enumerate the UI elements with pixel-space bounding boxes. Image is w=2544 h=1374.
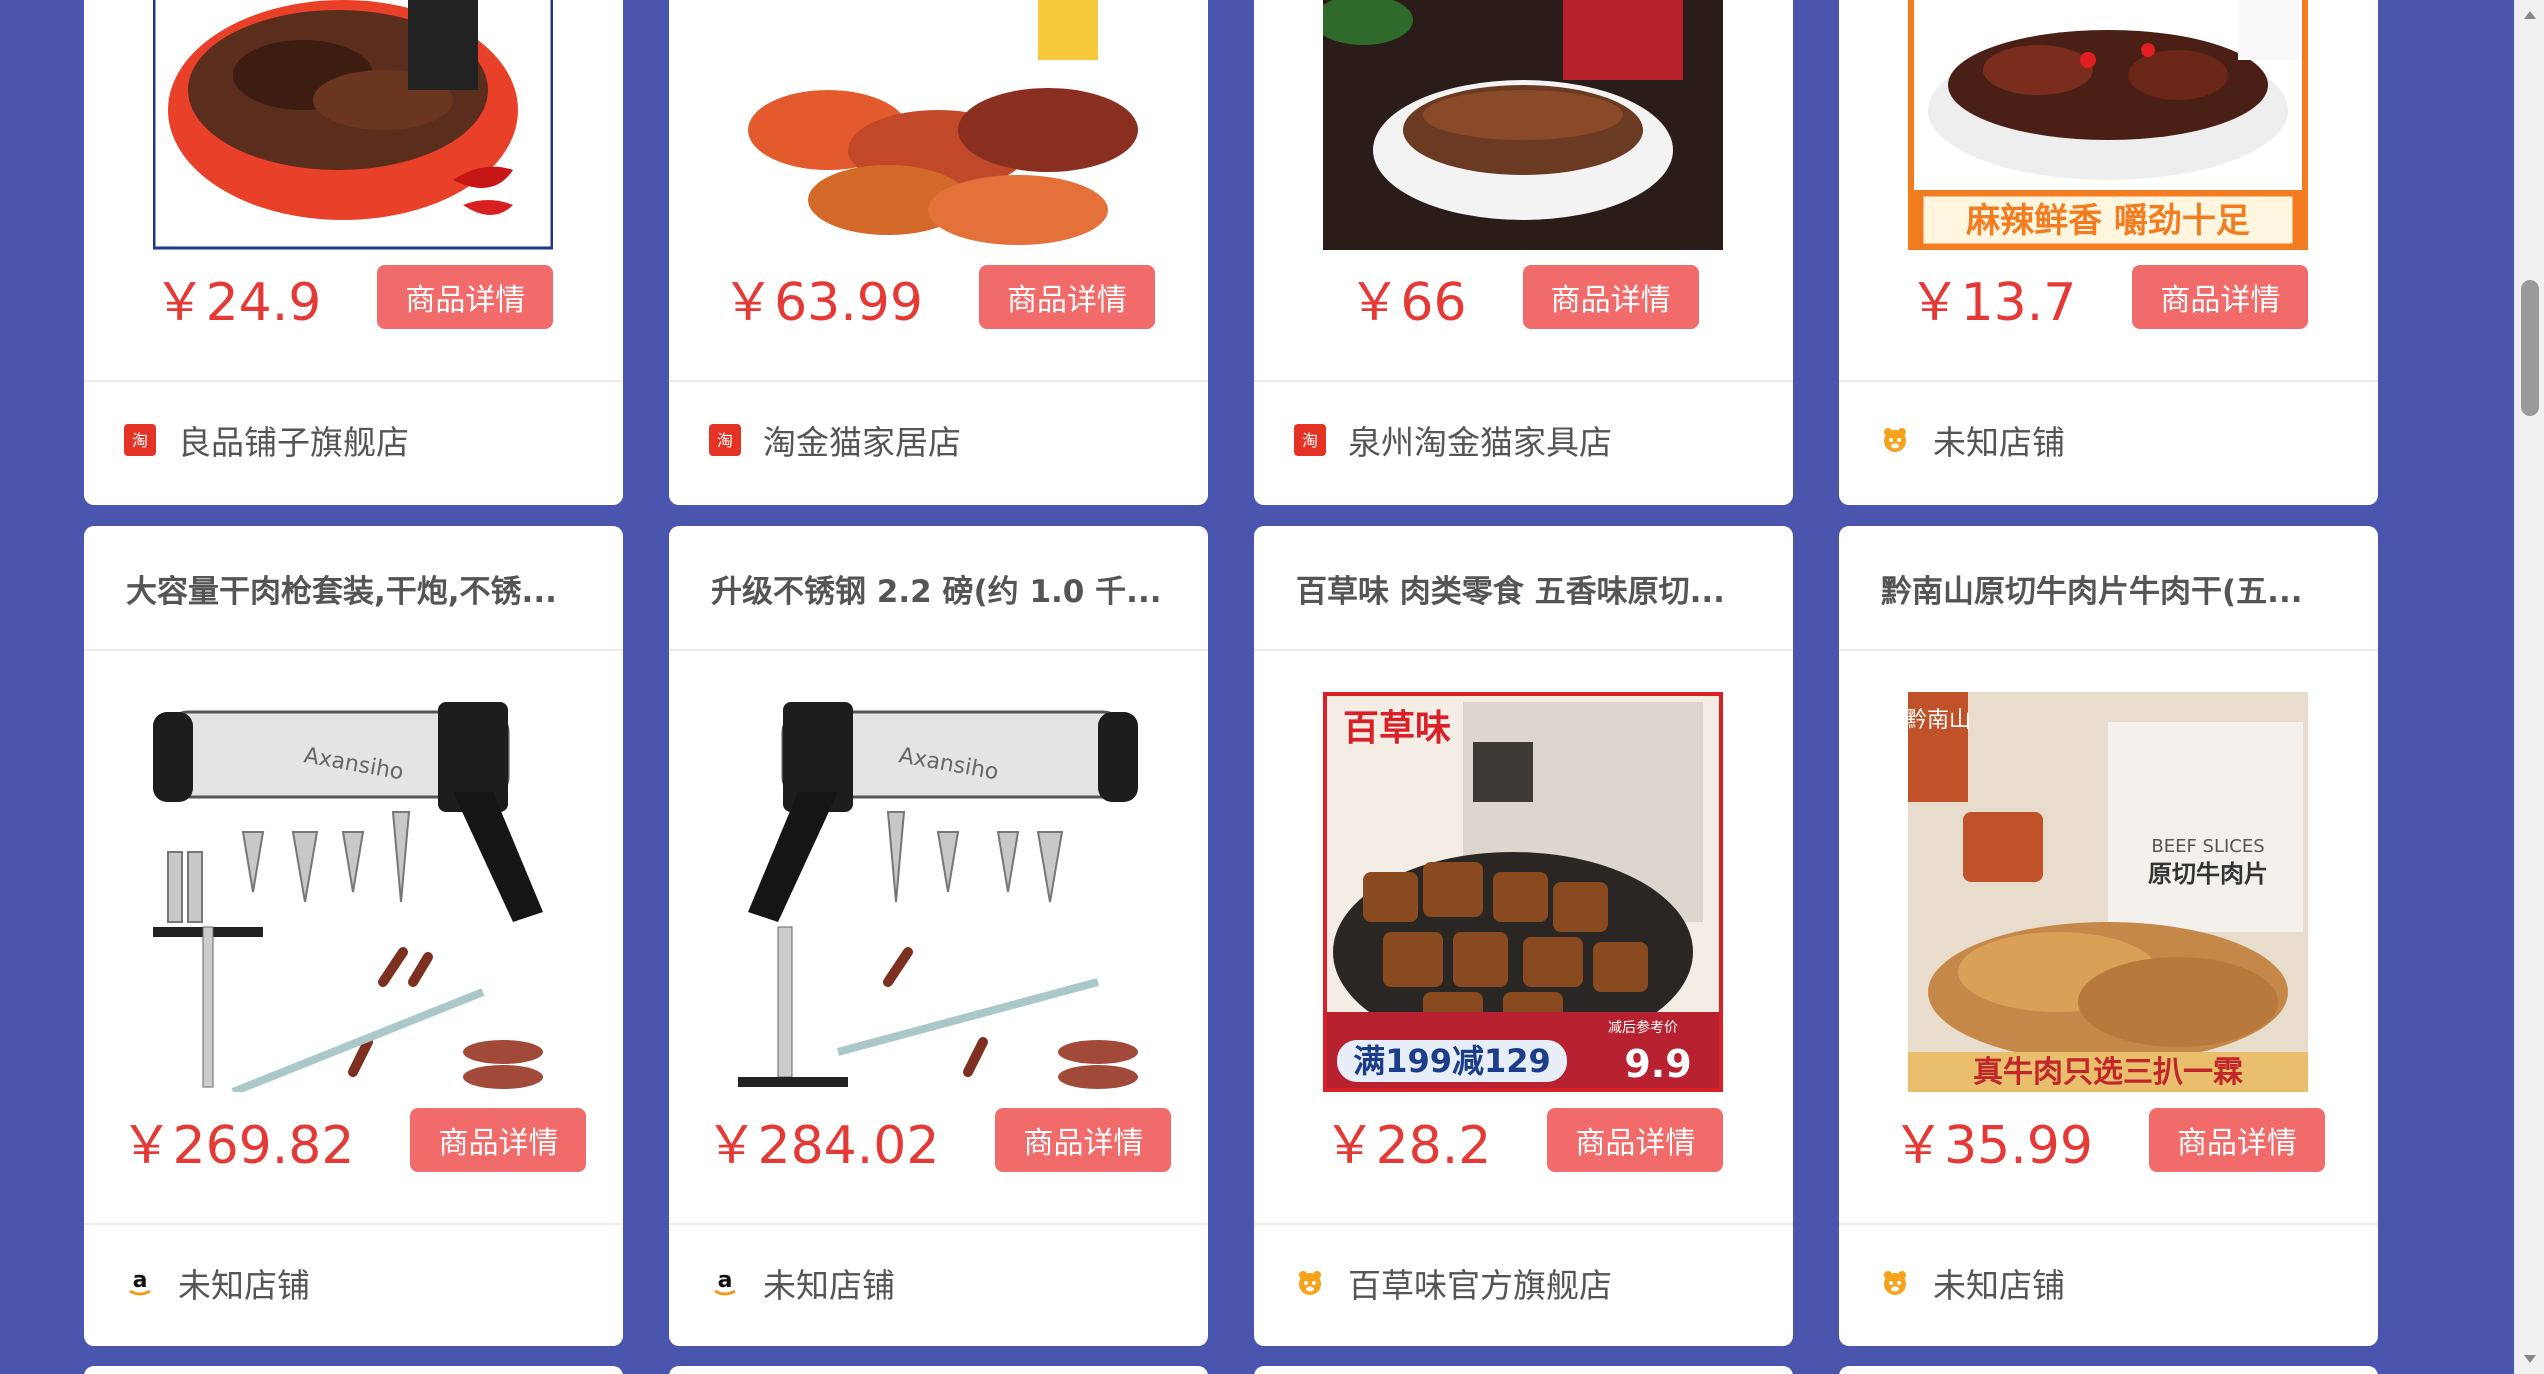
divider bbox=[84, 380, 623, 382]
vertical-scrollbar[interactable] bbox=[2514, 0, 2544, 1374]
product-card[interactable]: ￥63.99 商品详情 淘 淘金猫家居店 bbox=[669, 0, 1208, 505]
divider bbox=[84, 1223, 623, 1225]
product-price: ￥24.9 bbox=[153, 272, 322, 333]
product-grid-viewport: ￥24.9 商品详情 淘 良品铺子旗舰店 ￥63.99 商品详情 淘 淘金猫家居… bbox=[0, 0, 2514, 1374]
product-card[interactable] bbox=[669, 1366, 1208, 1374]
scroll-down-icon[interactable] bbox=[2515, 1344, 2544, 1374]
divider bbox=[1254, 1223, 1793, 1225]
store-info: a 未知店铺 bbox=[709, 1258, 1188, 1308]
product-title[interactable]: 百草味 肉类零食 五香味原切... bbox=[1296, 566, 1757, 610]
divider bbox=[1839, 1223, 2378, 1225]
store-name: 未知店铺 bbox=[178, 1266, 310, 1305]
product-image[interactable]: 麻辣鲜香 嚼劲十足 bbox=[1908, 0, 2308, 250]
store-name: 淘金猫家居店 bbox=[763, 423, 961, 462]
svg-text:a: a bbox=[133, 1268, 148, 1293]
divider bbox=[1839, 649, 2378, 651]
amazon-icon: a bbox=[124, 1267, 156, 1299]
product-price: ￥35.99 bbox=[1892, 1115, 2093, 1176]
image-brand-text: 黔南山 bbox=[1908, 708, 1971, 733]
tmall-cat-icon bbox=[1879, 424, 1911, 456]
svg-text:淘: 淘 bbox=[1302, 431, 1318, 450]
store-name: 未知店铺 bbox=[1933, 1266, 2065, 1305]
store-info: 未知店铺 bbox=[1879, 415, 2358, 465]
scroll-up-icon[interactable] bbox=[2515, 0, 2544, 30]
store-name: 未知店铺 bbox=[1933, 423, 2065, 462]
product-card[interactable]: 百草味 肉类零食 五香味原切... 百草味 满199减129 减后参考价 9.9… bbox=[1254, 526, 1793, 1346]
product-card[interactable]: 升级不锈钢 2.2 磅(约 1.0 千... Axansiho ￥284.02 … bbox=[669, 526, 1208, 1346]
product-card[interactable]: 麻辣鲜香 嚼劲十足 ￥13.7 商品详情 未知店铺 bbox=[1839, 0, 2378, 505]
image-promo-label: 减后参考价 bbox=[1608, 1019, 1678, 1036]
product-image[interactable] bbox=[153, 0, 553, 250]
product-price: ￥28.2 bbox=[1323, 1115, 1492, 1176]
product-detail-button[interactable]: 商品详情 bbox=[377, 265, 554, 329]
product-image[interactable]: 黔南山 BEEF SLICES 原切牛肉片 真牛肉只选三扒一霖 bbox=[1908, 692, 2308, 1092]
amazon-icon: a bbox=[709, 1267, 741, 1299]
product-image[interactable] bbox=[738, 0, 1138, 250]
product-image[interactable]: 百草味 满199减129 减后参考价 9.9 bbox=[1323, 692, 1723, 1092]
product-detail-button[interactable]: 商品详情 bbox=[1547, 1108, 1724, 1172]
scrollbar-thumb[interactable] bbox=[2521, 280, 2539, 416]
taobao-icon: 淘 bbox=[709, 424, 741, 456]
product-card[interactable]: ￥24.9 商品详情 淘 良品铺子旗舰店 bbox=[84, 0, 623, 505]
image-product-text: 原切牛肉片 bbox=[2148, 860, 2268, 888]
taobao-icon: 淘 bbox=[124, 424, 156, 456]
divider bbox=[84, 649, 623, 651]
product-price: ￥63.99 bbox=[722, 272, 923, 333]
store-info: 百草味官方旗舰店 bbox=[1294, 1258, 1773, 1308]
divider bbox=[669, 649, 1208, 651]
product-detail-button[interactable]: 商品详情 bbox=[2132, 265, 2309, 329]
product-detail-button[interactable]: 商品详情 bbox=[995, 1108, 1172, 1172]
product-image[interactable]: Axansiho bbox=[738, 692, 1138, 1092]
product-title[interactable]: 升级不锈钢 2.2 磅(约 1.0 千... bbox=[711, 566, 1172, 610]
product-card[interactable]: 黔南山原切牛肉片牛肉干(五... 黔南山 BEEF SLICES 原切牛肉片 真… bbox=[1839, 526, 2378, 1346]
image-banner-text: 麻辣鲜香 嚼劲十足 bbox=[1966, 201, 2250, 241]
divider bbox=[669, 1223, 1208, 1225]
product-image[interactable]: Axansiho bbox=[153, 692, 553, 1092]
product-price: ￥13.7 bbox=[1908, 272, 2077, 333]
divider bbox=[669, 380, 1208, 382]
product-card[interactable]: ￥66 商品详情 淘 泉州淘金猫家具店 bbox=[1254, 0, 1793, 505]
store-info: a 未知店铺 bbox=[124, 1258, 603, 1308]
image-banner-text: 真牛肉只选三扒一霖 bbox=[1973, 1055, 2243, 1090]
divider bbox=[1254, 649, 1793, 651]
product-detail-button[interactable]: 商品详情 bbox=[410, 1108, 587, 1172]
image-brand-text: 百草味 bbox=[1343, 708, 1451, 749]
store-info: 淘 泉州淘金猫家具店 bbox=[1294, 415, 1773, 465]
product-detail-button[interactable]: 商品详情 bbox=[2148, 1108, 2325, 1172]
product-price: ￥284.02 bbox=[705, 1115, 940, 1176]
svg-text:淘: 淘 bbox=[717, 431, 733, 450]
store-name: 百草味官方旗舰店 bbox=[1348, 1266, 1612, 1305]
store-name: 未知店铺 bbox=[763, 1266, 895, 1305]
taobao-icon: 淘 bbox=[1294, 424, 1326, 456]
image-promo-text: 满199减129 bbox=[1353, 1042, 1551, 1080]
divider bbox=[1254, 380, 1793, 382]
image-subtitle: BEEF SLICES bbox=[2151, 836, 2264, 857]
product-card[interactable]: 大容量干肉枪套装,干炮,不锈... Axansiho ￥269.82 商品详情 … bbox=[84, 526, 623, 1346]
product-title[interactable]: 黔南山原切牛肉片牛肉干(五... bbox=[1881, 566, 2342, 610]
image-promo-price: 9.9 bbox=[1624, 1042, 1691, 1086]
store-name: 泉州淘金猫家具店 bbox=[1348, 423, 1612, 462]
product-price: ￥66 bbox=[1348, 272, 1467, 333]
svg-text:淘: 淘 bbox=[132, 431, 148, 450]
product-card[interactable] bbox=[1254, 1366, 1793, 1374]
product-title[interactable]: 大容量干肉枪套装,干炮,不锈... bbox=[126, 566, 587, 610]
tmall-cat-icon bbox=[1294, 1267, 1326, 1299]
product-detail-button[interactable]: 商品详情 bbox=[1522, 265, 1699, 329]
store-info: 淘 淘金猫家居店 bbox=[709, 415, 1188, 465]
product-detail-button[interactable]: 商品详情 bbox=[978, 265, 1155, 329]
product-card[interactable] bbox=[1839, 1366, 2378, 1374]
tmall-cat-icon bbox=[1879, 1267, 1911, 1299]
divider bbox=[1839, 380, 2378, 382]
store-name: 良品铺子旗舰店 bbox=[178, 423, 409, 462]
product-card[interactable] bbox=[84, 1366, 623, 1374]
product-price: ￥269.82 bbox=[120, 1115, 355, 1176]
store-info: 淘 良品铺子旗舰店 bbox=[124, 415, 603, 465]
store-info: 未知店铺 bbox=[1879, 1258, 2358, 1308]
product-image[interactable] bbox=[1323, 0, 1723, 250]
svg-text:a: a bbox=[718, 1268, 733, 1293]
